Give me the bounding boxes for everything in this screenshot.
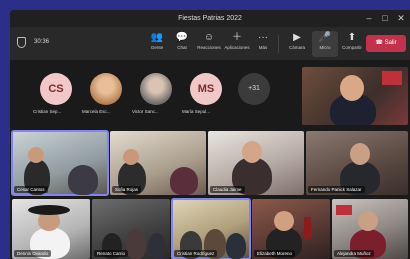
chat-button[interactable]: 💬 Chat <box>169 31 195 57</box>
video-tile[interactable]: Claudia Jaime <box>208 131 304 195</box>
video-tile[interactable]: Elizabeth Moreno <box>252 199 330 259</box>
video-tile[interactable] <box>302 67 408 125</box>
video-tile[interactable]: Renato Carrio <box>92 199 170 259</box>
maximize-icon[interactable]: □ <box>378 12 392 25</box>
avatar[interactable]: CS <box>40 73 72 105</box>
share-button[interactable]: ⬆ Compartir <box>339 31 365 57</box>
chat-icon: 💬 <box>175 32 189 43</box>
reactions-icon: ☺ <box>203 32 215 43</box>
participant-body <box>126 229 146 259</box>
leave-button[interactable]: ☎ Salir <box>366 35 406 52</box>
video-stage: CS Cristian Sep... Marcela Esc... Victor… <box>10 61 410 259</box>
people-button[interactable]: 👥 Gente <box>144 31 170 57</box>
video-tile[interactable]: Alejandra Muñoz <box>332 199 408 259</box>
avatar-name: María Sepul... <box>182 109 211 114</box>
video-tile[interactable]: Fernando Panick Salazar <box>306 131 408 195</box>
avatar-name: Marcela Esc... <box>82 109 111 114</box>
participant-name: Renato Carrio <box>94 250 129 257</box>
mic-icon: 🎤 <box>318 32 332 43</box>
participant-name: Elizabeth Moreno <box>254 250 296 257</box>
avatar[interactable] <box>140 73 172 105</box>
participant-name: Fernando Panick Salazar <box>308 186 365 193</box>
more-icon: ··· <box>258 32 268 43</box>
avatar[interactable] <box>90 73 122 105</box>
participant-name: Claudia Jaime <box>210 186 245 193</box>
participant-face <box>28 147 44 163</box>
apps-button[interactable]: ＋ Aplicaciones <box>224 31 250 57</box>
participant-name: Cristian Rodríguez <box>174 250 218 257</box>
bottle-decoration <box>304 217 311 239</box>
video-tile[interactable]: Cristian Rodríguez <box>171 198 251 259</box>
window-title: Fiestas Patrias 2022 <box>178 15 242 22</box>
avatar-name: Victor Sanc... <box>132 109 159 114</box>
participant-body <box>170 167 198 195</box>
participant-face <box>350 143 370 165</box>
meeting-window: Fiestas Patrias 2022 – □ ✕ 30:36 👥 Gente… <box>10 10 410 259</box>
meeting-toolbar: 30:36 👥 Gente 💬 Chat ☺ Reacciones ＋ Apli… <box>10 27 410 61</box>
video-tile[interactable]: Dennis Ovando <box>12 199 90 259</box>
shield-icon[interactable] <box>17 37 26 48</box>
camera-icon: ▶ <box>293 32 301 43</box>
participant-face <box>274 211 294 231</box>
video-tile[interactable]: Cesar Cantos <box>11 130 109 196</box>
participant-face <box>242 141 262 163</box>
avatar[interactable]: MS <box>190 73 222 105</box>
participant-body <box>148 233 166 259</box>
more-participants-button[interactable]: +31 <box>238 73 270 105</box>
meeting-timer: 30:36 <box>34 39 50 45</box>
avatar-name: Cristian Sep... <box>33 109 62 114</box>
video-tile[interactable]: Sofia Rojas <box>110 131 206 195</box>
participant-face <box>358 211 378 231</box>
minimize-icon[interactable]: – <box>362 12 376 25</box>
participant-name: Sofia Rojas <box>112 186 142 193</box>
participant-face <box>340 75 364 101</box>
people-icon: 👥 <box>150 32 164 43</box>
participant-face <box>123 149 139 165</box>
close-icon[interactable]: ✕ <box>394 12 408 25</box>
participant-name: Cesar Cantos <box>14 186 48 193</box>
flag-decoration <box>336 205 352 215</box>
camera-button[interactable]: ▶ Cámara <box>284 31 310 57</box>
title-bar: Fiestas Patrias 2022 – □ ✕ <box>10 10 410 27</box>
share-icon: ⬆ <box>347 32 357 43</box>
apps-icon: ＋ <box>232 32 242 43</box>
participant-body <box>68 165 98 195</box>
toolbar-divider <box>278 35 279 53</box>
more-button[interactable]: ··· Más <box>250 31 276 57</box>
mic-button[interactable]: 🎤 Micro <box>312 31 338 57</box>
flag-decoration <box>382 71 402 85</box>
participant-body <box>226 233 246 259</box>
hat-decoration <box>28 205 70 215</box>
phone-icon: ☎ <box>375 40 385 46</box>
participant-name: Dennis Ovando <box>14 250 52 257</box>
reactions-button[interactable]: ☺ Reacciones <box>196 31 222 57</box>
participant-name: Alejandra Muñoz <box>334 250 374 257</box>
